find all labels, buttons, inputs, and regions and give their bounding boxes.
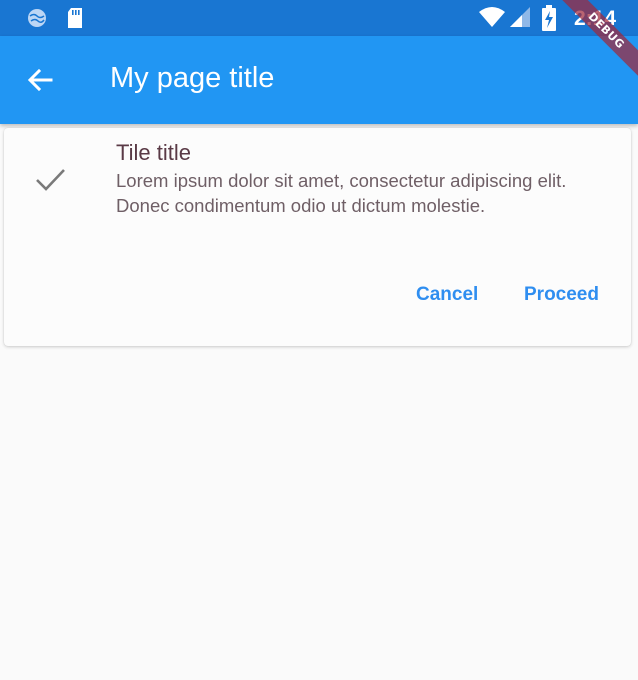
cancel-button[interactable]: Cancel bbox=[416, 284, 478, 306]
battery-charging-icon bbox=[542, 5, 556, 36]
status-time: 2:14 bbox=[573, 7, 616, 30]
tile-title: Tile title bbox=[116, 140, 191, 165]
tile-subtitle: Lorem ipsum dolor sit amet, consectetur … bbox=[116, 170, 567, 216]
check-icon bbox=[34, 162, 68, 196]
proceed-button[interactable]: Proceed bbox=[524, 284, 599, 306]
globe-icon bbox=[26, 7, 48, 34]
back-button[interactable] bbox=[24, 64, 56, 96]
arrow-back-icon bbox=[27, 68, 53, 92]
status-bar: 2:14 bbox=[0, 0, 638, 36]
sd-card-icon bbox=[66, 7, 84, 34]
card: Tile title Lorem ipsum dolor sit amet, c… bbox=[4, 128, 631, 346]
page-title: My page title bbox=[110, 62, 275, 94]
app-bar: My page title bbox=[0, 36, 638, 124]
wifi-icon bbox=[478, 6, 506, 33]
signal-icon bbox=[508, 6, 532, 33]
